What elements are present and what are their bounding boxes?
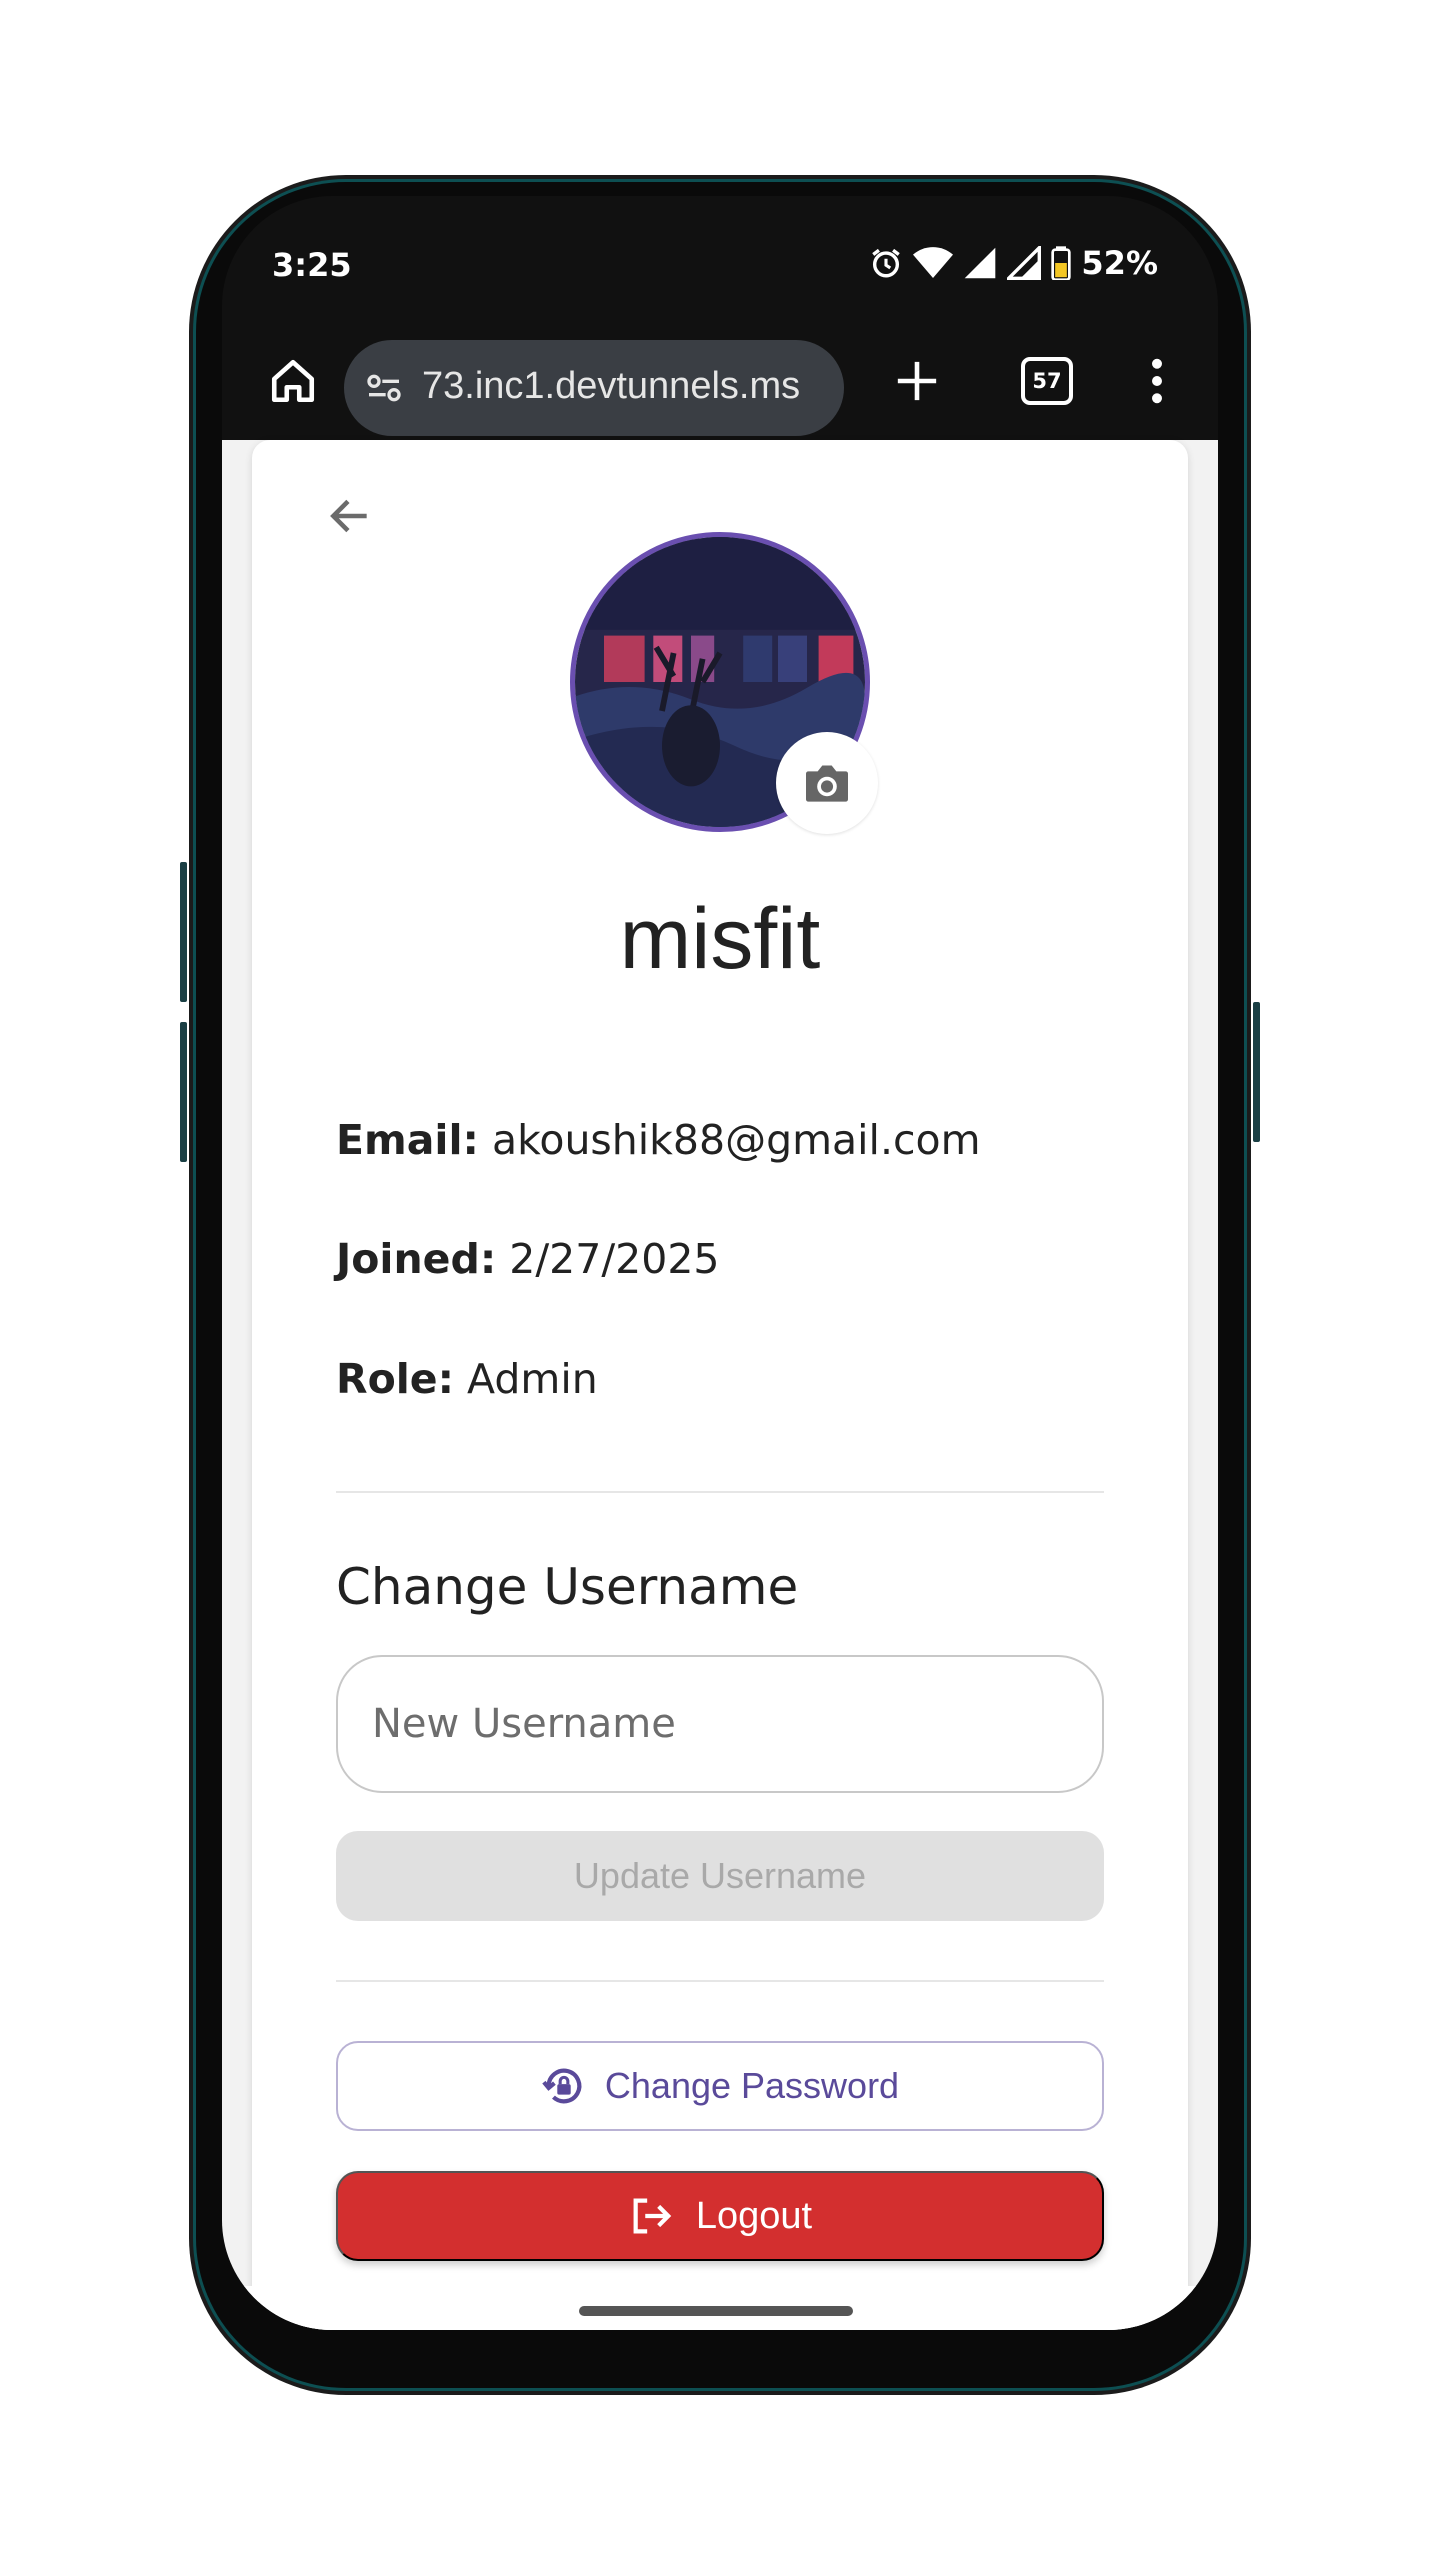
lock-reset-icon xyxy=(542,2068,582,2104)
browser-menu-button[interactable] xyxy=(1127,346,1187,416)
new-tab-button[interactable] xyxy=(882,346,952,416)
camera-icon xyxy=(806,765,848,802)
home-button[interactable] xyxy=(258,346,328,416)
divider xyxy=(336,1980,1104,1982)
home-icon xyxy=(271,359,315,403)
status-icons: 52% xyxy=(869,244,1158,282)
new-username-input[interactable] xyxy=(336,1655,1104,1793)
change-username-title: Change Username xyxy=(336,1558,799,1616)
role-value: Admin xyxy=(467,1355,598,1403)
address-bar[interactable]: 73.inc1.devtunnels.ms xyxy=(344,340,844,436)
phone-side-button xyxy=(180,1022,187,1162)
change-password-button[interactable]: Change Password xyxy=(336,2041,1104,2131)
profile-card: misfit Email: akoushik88@gmail.com Joine… xyxy=(252,440,1188,2290)
arrow-left-icon xyxy=(330,499,367,533)
email-value: akoushik88@gmail.com xyxy=(491,1116,981,1164)
url-text: 73.inc1.devtunnels.ms xyxy=(422,365,801,407)
gesture-bar[interactable] xyxy=(579,2306,853,2316)
phone-power-button xyxy=(1253,1002,1260,1142)
signal-icon xyxy=(963,246,997,280)
phone-screen: 3:25 52% 73.inc1.devtunnels.ms 57 misfit… xyxy=(222,196,1218,2330)
profile-username: misfit xyxy=(619,891,821,987)
joined-value: 2/27/2025 xyxy=(509,1235,720,1283)
change-avatar-button[interactable] xyxy=(776,732,878,834)
change-password-label: Change Password xyxy=(604,2065,900,2106)
site-settings-icon[interactable] xyxy=(364,368,404,412)
more-vertical-icon xyxy=(1152,358,1162,404)
status-time: 3:25 xyxy=(272,246,352,284)
browser-toolbar: 73.inc1.devtunnels.ms 57 xyxy=(222,324,1218,440)
wifi-icon xyxy=(913,246,954,280)
phone-side-button xyxy=(180,862,187,1002)
status-bar: 3:25 52% xyxy=(222,196,1218,324)
divider xyxy=(336,1491,1104,1493)
tab-count: 57 xyxy=(1021,357,1073,405)
battery-percent: 52% xyxy=(1081,244,1158,282)
logout-label: Logout xyxy=(695,2194,813,2237)
battery-icon xyxy=(1051,246,1072,280)
logout-button[interactable]: Logout xyxy=(336,2171,1104,2261)
signal-icon-2 xyxy=(1007,246,1042,280)
role-label: Role: xyxy=(336,1355,454,1403)
role-row: Role: Admin xyxy=(336,1355,598,1403)
back-button[interactable] xyxy=(318,484,382,548)
logout-icon xyxy=(633,2198,672,2234)
update-username-button[interactable]: Update Username xyxy=(336,1831,1104,1921)
email-label: Email: xyxy=(336,1116,479,1164)
plus-icon xyxy=(897,361,937,401)
joined-row: Joined: 2/27/2025 xyxy=(336,1235,720,1283)
joined-label: Joined: xyxy=(336,1235,497,1283)
email-row: Email: akoushik88@gmail.com xyxy=(336,1116,981,1164)
alarm-icon xyxy=(869,246,903,280)
tab-switcher-button[interactable]: 57 xyxy=(1012,346,1082,416)
web-content: misfit Email: akoushik88@gmail.com Joine… xyxy=(222,440,1218,2330)
